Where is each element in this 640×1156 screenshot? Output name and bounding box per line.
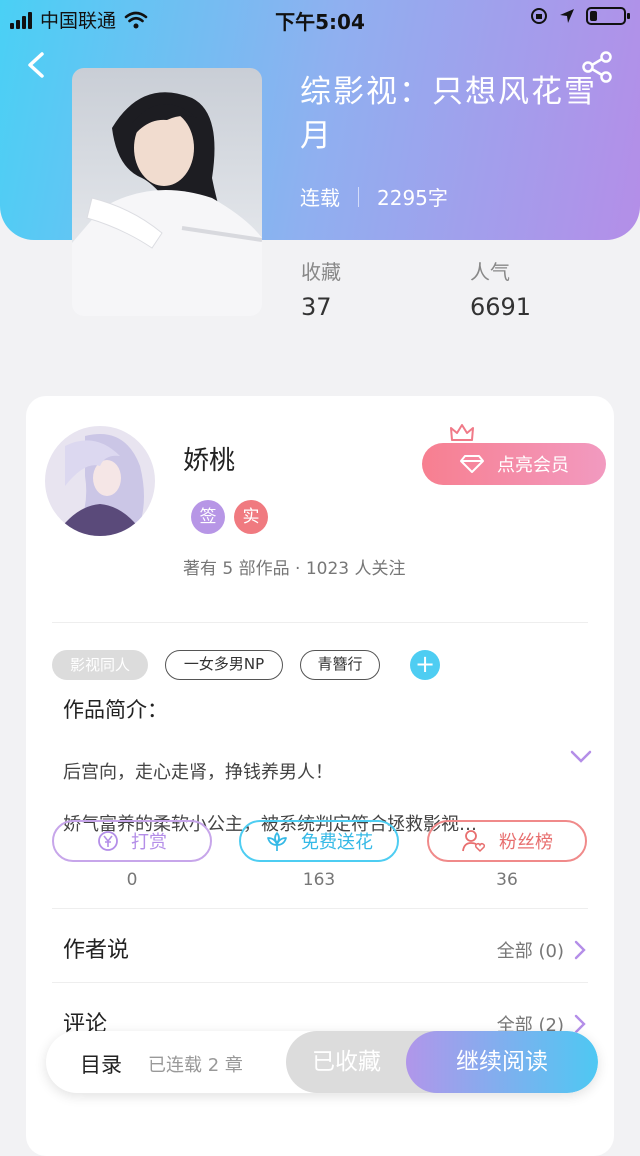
orientation-lock-icon — [531, 8, 547, 24]
intro-line: 后宫向，走心走肾，挣钱养男人！ — [63, 762, 333, 783]
tag-item[interactable]: 一女多男NP — [165, 650, 283, 680]
diamond-icon — [460, 455, 484, 473]
chevron-right-icon — [574, 940, 586, 960]
flower-icon — [267, 832, 287, 851]
tag-item[interactable]: 青簪行 — [300, 650, 380, 680]
tip-count: 0 — [126, 870, 138, 890]
send-flower-label: 免费送花 — [301, 832, 373, 853]
signed-badge: 签 — [191, 500, 225, 534]
popularity-value: 6691 — [470, 293, 532, 321]
chapter-count: 已连载 2 章 — [148, 1055, 243, 1076]
status-bar: 中国联通 下午5:04 — [0, 0, 640, 36]
toc-button[interactable]: 目录 — [80, 1049, 122, 1079]
popularity-stat: 人气 6691 — [470, 256, 531, 321]
battery-icon — [586, 7, 630, 25]
vip-button-label: 点亮会员 — [497, 455, 569, 476]
add-tag-button[interactable]: + — [410, 650, 440, 680]
bottom-action-bar: 目录 已连载 2 章 已收藏 继续阅读 — [46, 1031, 598, 1093]
continue-reading-button[interactable]: 继续阅读 — [406, 1031, 598, 1093]
book-title: 综影视：只想风花雪月 — [300, 74, 597, 154]
author-info: 著有 5 部作品 · 1023 人关注 — [183, 559, 406, 579]
chevron-right-icon — [574, 1014, 586, 1034]
intro-title: 作品简介： — [63, 698, 168, 722]
chevron-down-icon[interactable] — [570, 750, 592, 764]
author-says-all-label: 全部 (0) — [496, 941, 564, 962]
divider — [52, 908, 588, 909]
crown-icon — [450, 424, 474, 441]
author-says-title: 作者说 — [63, 938, 130, 963]
vip-button[interactable]: 点亮会员 — [422, 443, 606, 485]
tip-label: 打赏 — [131, 832, 167, 853]
author-says-all-link[interactable]: 全部 (0) — [497, 937, 586, 963]
tag-item[interactable]: 影视同人 — [52, 650, 148, 680]
word-count: 2295字 — [377, 186, 448, 210]
book-meta: 连载 2295字 — [300, 182, 448, 211]
divider — [52, 982, 588, 983]
verified-badge: 实 — [234, 500, 268, 534]
divider — [52, 622, 588, 623]
yen-coin-icon — [98, 831, 118, 851]
favorites-value: 37 — [301, 293, 332, 321]
author-name[interactable]: 娇桃 — [183, 440, 235, 477]
fan-ranking-button[interactable]: 粉丝榜 — [427, 820, 587, 862]
favorites-label: 收藏 — [301, 260, 341, 284]
back-button[interactable] — [22, 50, 52, 80]
meta-divider — [358, 186, 359, 207]
author-avatar[interactable] — [45, 426, 155, 536]
send-flower-button[interactable]: 免费送花 — [239, 820, 399, 862]
flower-count: 163 — [302, 870, 336, 890]
popularity-label: 人气 — [470, 260, 510, 284]
location-icon — [560, 9, 574, 23]
book-cover[interactable] — [72, 68, 262, 316]
favorites-stat: 收藏 37 — [301, 256, 341, 321]
serial-status: 连载 — [300, 186, 340, 210]
tip-button[interactable]: 打赏 — [52, 820, 212, 862]
fan-count: 36 — [496, 870, 518, 890]
fan-ranking-label: 粉丝榜 — [499, 832, 553, 853]
user-heart-icon — [462, 830, 486, 853]
